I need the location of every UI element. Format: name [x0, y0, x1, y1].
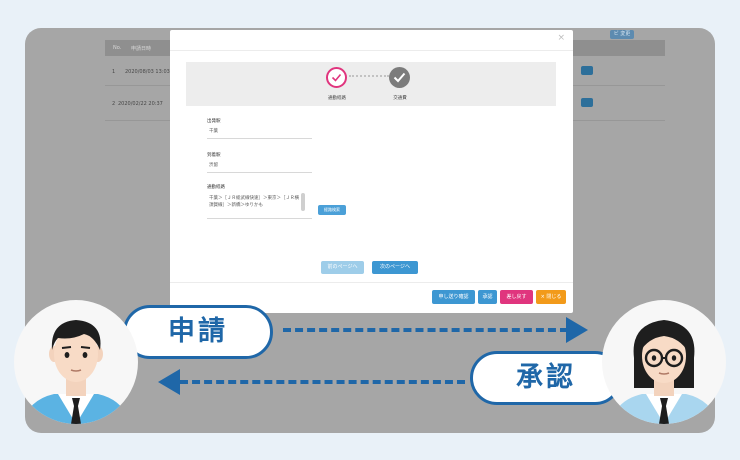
woman-with-glasses-avatar-icon — [602, 300, 726, 424]
arrival-field[interactable]: 渋留 — [207, 161, 312, 173]
departure-label: 出発駅 — [207, 119, 221, 124]
man-avatar-icon — [14, 300, 138, 424]
step-label-fare: 交通費 — [393, 96, 407, 101]
check-notes-button[interactable]: 申し送り確認 — [432, 290, 475, 304]
send-back-button[interactable]: 差し戻す — [500, 290, 533, 304]
row-1-action-button[interactable] — [581, 66, 593, 75]
column-no: No. — [113, 45, 122, 51]
row-1-date: 2020/08/03 13:03 — [125, 69, 170, 75]
step-connector — [349, 75, 389, 77]
next-page-button[interactable]: 次のページへ — [372, 261, 418, 274]
row-2-action-button[interactable] — [581, 98, 593, 107]
departure-field[interactable]: 千葉 — [207, 127, 312, 139]
request-arrow-line — [283, 328, 568, 332]
row-2-no: 2 — [112, 101, 116, 107]
close-button[interactable]: × 閉じる — [536, 290, 566, 304]
edit-button[interactable]: ビ 変更 — [610, 30, 634, 39]
row-1-no: 1 — [112, 69, 116, 75]
modal-footer-divider — [170, 282, 573, 283]
step-label-route: 通勤経路 — [328, 96, 346, 101]
close-icon[interactable]: × — [557, 33, 565, 43]
column-date: 申請日時 — [131, 46, 152, 52]
row-2-date: 2020/02/22 20:37 — [118, 101, 163, 107]
route-search-button[interactable]: 経路検索 — [318, 205, 346, 215]
arrow-left-icon — [158, 369, 180, 395]
application-modal: × 通勤経路 交通費 出発駅 千葉 到着駅 渋留 通勤経路 千葉＞［ＪＲ総武線快… — [170, 30, 573, 313]
approve-arrow-line — [180, 380, 465, 384]
step-fare-check-icon — [389, 67, 410, 88]
modal-header: × — [170, 30, 573, 51]
arrow-right-icon — [566, 317, 588, 343]
route-textarea[interactable]: 千葉＞［ＪＲ総武線快速］＞東京＞［ＪＲ横須賀線］＞新橋＞ゆりかも — [207, 193, 312, 219]
arrival-label: 到着駅 — [207, 153, 221, 158]
request-bubble: 申請 — [123, 305, 273, 359]
progress-stepper: 通勤経路 交通費 — [186, 62, 556, 106]
route-label: 通勤経路 — [207, 185, 225, 190]
step-route-check-icon — [326, 67, 347, 88]
approve-bubble: 承認 — [470, 351, 622, 405]
approve-button[interactable]: 承認 — [478, 290, 497, 304]
prev-page-button[interactable]: 前のページへ — [321, 261, 364, 274]
route-scrollbar[interactable] — [301, 193, 305, 211]
